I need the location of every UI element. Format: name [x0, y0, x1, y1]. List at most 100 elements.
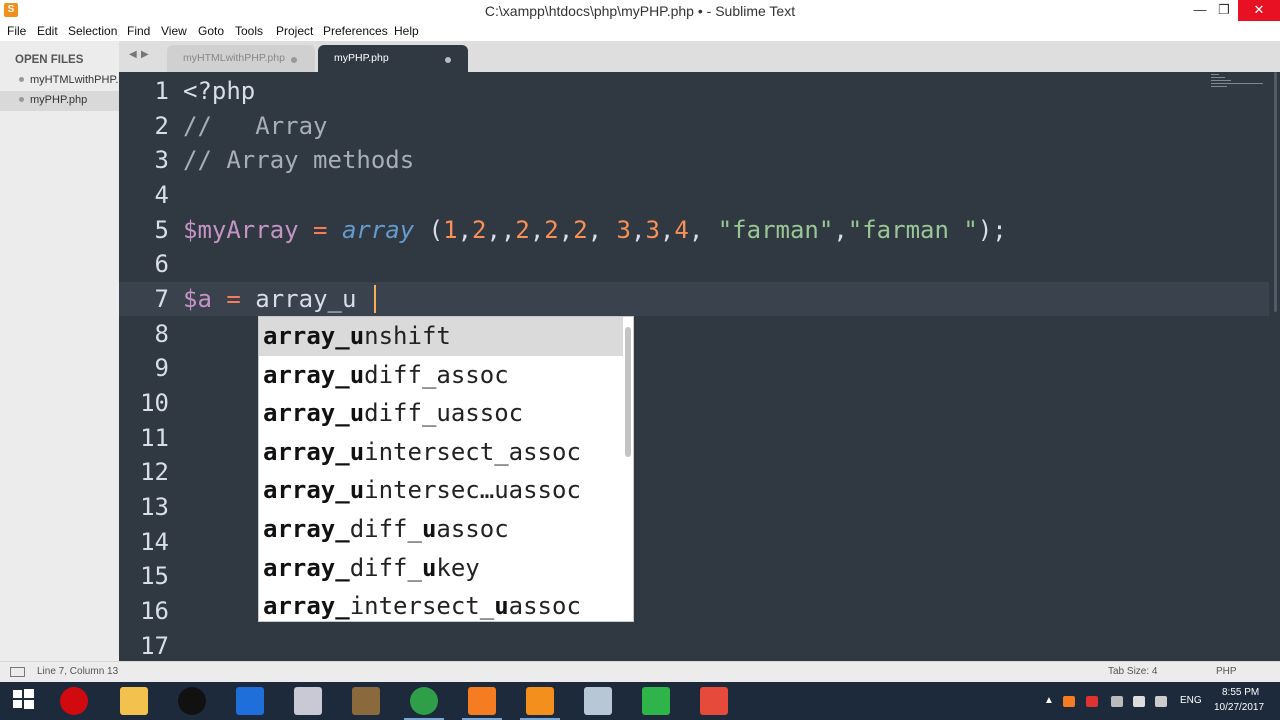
scrollbar-thumb[interactable] [1274, 72, 1277, 312]
sidebar-file-myphp[interactable]: myPHP.php [0, 91, 119, 111]
autocomplete-item[interactable]: array_unshift [259, 317, 623, 356]
input-language[interactable]: ENG [1180, 695, 1202, 706]
tab-unsaved-dot-icon[interactable] [445, 57, 451, 63]
code-variable: $a [183, 285, 212, 313]
wifi-icon[interactable] [1133, 696, 1145, 707]
autocomplete-match-text: array_u [263, 322, 365, 350]
xampp-icon[interactable] [468, 687, 496, 715]
code-line-3: // Array methods [183, 146, 415, 174]
paint-icon[interactable] [294, 687, 322, 715]
autocomplete-item[interactable]: array_udiff_assoc [259, 356, 623, 395]
sidebar-file-label: myPHP.php [30, 94, 88, 106]
file-explorer-icon[interactable] [120, 687, 148, 715]
panel-toggle-icon[interactable] [10, 667, 25, 677]
tab-scroll-left-icon[interactable]: ◀ [129, 49, 137, 60]
camtasia-recorder-icon[interactable] [700, 687, 728, 715]
tab-scroll-right-icon[interactable]: ▶ [141, 49, 149, 60]
autocomplete-rest-text: assoc [508, 592, 581, 621]
opera-icon[interactable] [60, 687, 88, 715]
menu-selection[interactable]: Selection [68, 24, 117, 38]
line-number: 4 [154, 181, 169, 209]
close-button[interactable]: ✕ [1238, 0, 1280, 21]
menu-help[interactable]: Help [394, 24, 419, 38]
sublime-icon[interactable] [526, 687, 554, 715]
code-punctuation: ); [977, 216, 1007, 244]
battery-icon[interactable] [1111, 696, 1123, 707]
line-number: 8 [154, 320, 169, 348]
autocomplete-match-text: array_ [263, 515, 350, 543]
winrar-icon[interactable] [352, 687, 380, 715]
code-line-7: $a = array_u [183, 282, 356, 316]
text-cursor [374, 285, 376, 313]
xampp-tray-icon[interactable] [1063, 696, 1075, 707]
code-number: 3 [645, 216, 660, 244]
menu-project[interactable]: Project [276, 24, 313, 38]
camtasia-icon[interactable] [642, 687, 670, 715]
menu-tools[interactable]: Tools [235, 24, 263, 38]
autocomplete-match-text: array_u [263, 437, 365, 466]
start-icon[interactable] [9, 687, 37, 715]
minimap-line [1211, 74, 1219, 75]
menu-file[interactable]: File [7, 24, 26, 38]
menu-preferences[interactable]: Preferences [323, 24, 388, 38]
code-line-2: // Array [183, 112, 328, 140]
outlook-icon[interactable] [236, 687, 264, 715]
code-typed-text: array_u [255, 285, 357, 313]
tab-myphp[interactable]: myPHP.php [318, 45, 468, 72]
menu-goto[interactable]: Goto [198, 24, 224, 38]
autocomplete-rest-text: diff_assoc [364, 360, 509, 389]
line-number: 6 [154, 250, 169, 278]
autocomplete-item[interactable]: array_diff_uassoc [259, 510, 623, 549]
menu-view[interactable]: View [161, 24, 187, 38]
line-number: 12 [140, 458, 169, 486]
autocomplete-item[interactable]: array_udiff_uassoc [259, 394, 623, 433]
show-hidden-icons-icon[interactable]: ▲ [1044, 695, 1054, 706]
clock-date[interactable]: 10/27/2017 [1214, 702, 1264, 713]
autocomplete-item[interactable]: array_intersect_uassoc [259, 587, 623, 621]
open-files-header: OPEN FILES [15, 54, 84, 66]
autocomplete-match-text: array_u [263, 476, 365, 505]
volume-icon[interactable] [1155, 696, 1167, 707]
code-number: 1 [443, 216, 458, 244]
menu-find[interactable]: Find [127, 24, 150, 38]
line-number: 13 [140, 493, 169, 521]
autocomplete-item[interactable]: array_diff_ukey [259, 549, 623, 588]
taskbar: ▲ ENG 8:55 PM 10/27/2017 [0, 682, 1280, 720]
cursor-position: Line 7, Column 13 [37, 666, 119, 677]
menu-bar: File Edit Selection Find View Goto Tools… [0, 21, 1280, 41]
tab-bar: ◀ ▶ myHTMLwithPHP.php myPHP.php [119, 41, 1280, 72]
code-string: "farman " [847, 216, 978, 244]
clock-time[interactable]: 8:55 PM [1222, 687, 1259, 698]
minimap[interactable] [1209, 72, 1269, 92]
sidebar-file-myhtmlwithphp[interactable]: myHTMLwithPHP.php [0, 71, 119, 91]
editor-scrollbar[interactable] [1269, 72, 1280, 661]
network-icon[interactable] [584, 687, 612, 715]
minimap-line [1211, 77, 1225, 78]
maximize-button[interactable]: ❐ [1209, 0, 1239, 21]
line-number: 7 [154, 285, 169, 313]
autocomplete-popup[interactable]: array_unshift array_udiff_assoc array_udif… [258, 316, 634, 622]
tab-myhtmlwithphp[interactable]: myHTMLwithPHP.php [167, 45, 315, 72]
autocomplete-item[interactable]: array_uintersec…uassoc [259, 471, 623, 510]
code-punctuation: ,, [486, 216, 516, 244]
menu-edit[interactable]: Edit [37, 24, 58, 38]
tab-label: myPHP.php [334, 52, 389, 64]
line-number: 1 [154, 77, 169, 105]
autocomplete-rest-text: intersect_assoc [364, 437, 581, 466]
tab-label: myHTMLwithPHP.php [183, 52, 285, 64]
code-number: 2 [472, 216, 487, 244]
minimap-line [1211, 83, 1263, 84]
sidebar: OPEN FILES myHTMLwithPHP.php myPHP.php [0, 41, 119, 661]
tray-app-icon[interactable] [1086, 696, 1098, 707]
syntax-indicator[interactable]: PHP [1216, 666, 1237, 677]
code-number: 2 [544, 216, 559, 244]
autocomplete-item[interactable]: array_uintersect_assoc [259, 433, 623, 472]
code-number: 2 [515, 216, 530, 244]
tab-size-indicator[interactable]: Tab Size: 4 [1108, 666, 1157, 677]
line-number: 15 [140, 562, 169, 590]
chrome-icon[interactable] [410, 687, 438, 715]
github-icon[interactable] [178, 687, 206, 715]
autocomplete-scrollbar[interactable] [625, 327, 631, 457]
tab-unsaved-dot-icon[interactable] [291, 57, 297, 63]
line-number: 10 [140, 389, 169, 417]
